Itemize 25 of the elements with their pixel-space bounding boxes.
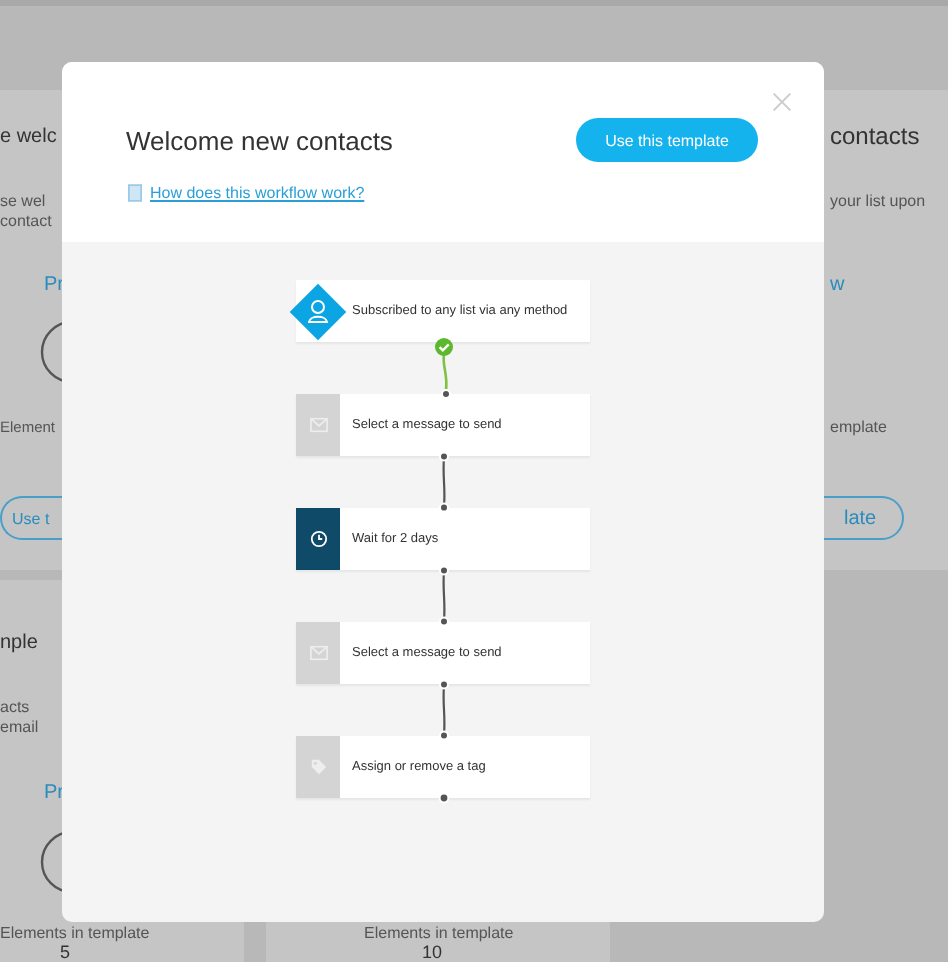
preview-link[interactable]: w xyxy=(830,274,845,296)
preview-link[interactable]: Pr xyxy=(44,274,64,296)
card-description: acts xyxy=(0,698,30,716)
stat-value: 10 xyxy=(422,942,443,962)
use-template-button[interactable]: Use this template xyxy=(576,118,758,162)
help-link[interactable]: How does this workflow work? xyxy=(150,184,365,202)
document-icon xyxy=(128,184,142,202)
card-description: se wel xyxy=(0,192,46,210)
close-icon[interactable] xyxy=(772,92,792,112)
stat-value: 5 xyxy=(60,942,71,962)
card-description: your list upon xyxy=(830,192,926,210)
tag-icon xyxy=(296,736,340,798)
preview-link[interactable]: Pr xyxy=(44,782,64,804)
card-title: contacts xyxy=(830,122,920,150)
card-description: contact xyxy=(0,212,52,230)
card-description: email xyxy=(0,718,39,736)
envelope-icon xyxy=(296,394,340,456)
stat-label: emplate xyxy=(830,418,887,436)
stat-label: Elements in template xyxy=(0,924,150,942)
stat-label: Elements in template xyxy=(364,924,514,942)
clock-icon xyxy=(296,508,340,570)
envelope-icon xyxy=(296,622,340,684)
card-title: e welc xyxy=(0,126,57,148)
modal-title: Welcome new contacts xyxy=(126,125,393,155)
card-title: nple xyxy=(0,632,38,654)
